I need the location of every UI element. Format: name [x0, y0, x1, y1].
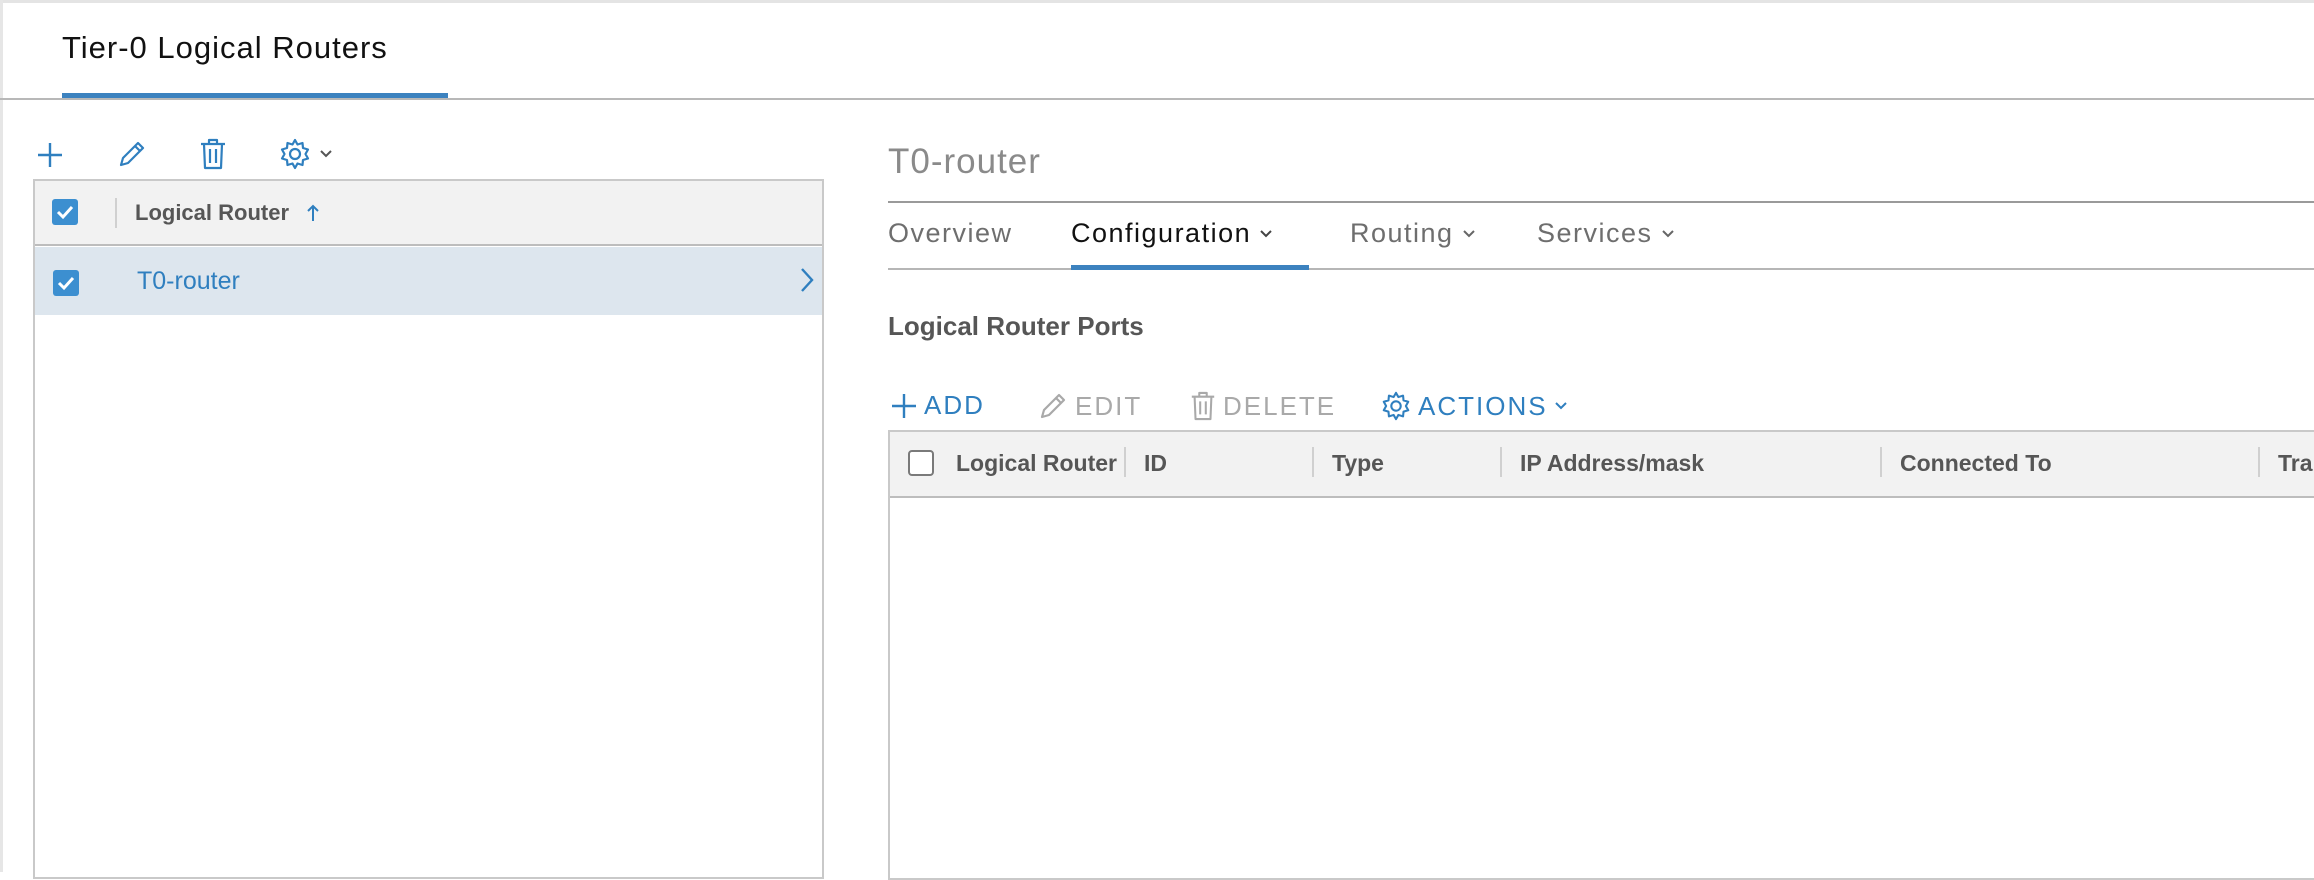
section-title: Logical Router Ports — [888, 311, 1144, 341]
plus-icon — [892, 393, 916, 418]
trash-icon — [1191, 391, 1215, 421]
column-header-transport[interactable]: Tra — [2278, 450, 2314, 477]
chevron-right-icon — [801, 268, 814, 292]
edit-label: EDIT — [1075, 390, 1143, 421]
actions-label: ACTIONS — [1418, 390, 1548, 421]
add-label: ADD — [924, 390, 985, 420]
detail-title: T0-router — [888, 142, 1041, 181]
detail-title-divider — [888, 201, 2314, 203]
chevron-down-icon — [1462, 229, 1475, 237]
edit-port-button[interactable]: EDIT — [1037, 390, 1142, 422]
chevron-down-icon — [1661, 229, 1674, 237]
chevron-down-icon — [1554, 402, 1567, 410]
column-separator — [1124, 447, 1126, 477]
column-header-connected-to[interactable]: Connected To — [1900, 450, 2052, 477]
chevron-down-icon — [320, 150, 332, 158]
column-header-logical-router[interactable]: Logical Router — [956, 450, 1124, 477]
column-header-id[interactable]: ID — [1144, 450, 1167, 477]
checkmark-icon — [56, 205, 74, 220]
tab-routing[interactable]: Routing — [1350, 218, 1476, 249]
add-port-button[interactable]: ADD — [890, 390, 985, 421]
column-separator — [2258, 447, 2260, 477]
top-border — [0, 0, 2314, 3]
column-separator — [1312, 447, 1314, 477]
delete-router-button[interactable] — [198, 137, 228, 171]
page-tab-tier0-routers[interactable]: Tier-0 Logical Routers — [62, 30, 388, 66]
tab-label: Overview — [888, 218, 1013, 248]
column-header-type[interactable]: Type — [1332, 450, 1384, 477]
column-header-ip-address[interactable]: IP Address/mask — [1520, 450, 1704, 477]
column-separator — [115, 198, 117, 228]
pencil-icon — [1040, 393, 1066, 419]
row-detail-chevron[interactable] — [799, 266, 815, 294]
checkmark-icon — [57, 276, 75, 291]
sort-ascending-icon — [307, 204, 319, 221]
tab-configuration[interactable]: Configuration — [1071, 218, 1273, 249]
plus-icon — [38, 143, 62, 167]
row-checkbox[interactable] — [53, 270, 79, 296]
trash-icon — [201, 138, 225, 170]
port-actions-menu-button[interactable]: ACTIONS — [1380, 390, 1568, 422]
delete-label: DELETE — [1223, 390, 1337, 421]
tab-label: Routing — [1350, 218, 1454, 248]
router-actions-menu-button[interactable] — [278, 137, 334, 171]
router-name-link[interactable]: T0-router — [137, 267, 240, 296]
chevron-down-icon — [1260, 229, 1272, 237]
tab-services[interactable]: Services — [1537, 218, 1675, 249]
delete-port-button[interactable]: DELETE — [1189, 390, 1336, 422]
tab-label: Configuration — [1071, 218, 1252, 248]
column-separator — [1500, 447, 1502, 477]
select-all-checkbox[interactable] — [52, 199, 78, 225]
pencil-icon — [119, 141, 145, 167]
active-tab-indicator — [1071, 265, 1309, 270]
ports-select-all-checkbox[interactable] — [908, 450, 934, 476]
gear-icon — [1382, 391, 1410, 421]
add-router-button[interactable] — [36, 141, 64, 169]
tab-overview[interactable]: Overview — [888, 218, 1013, 249]
edit-router-button[interactable] — [116, 138, 148, 170]
header-divider — [0, 98, 2314, 100]
column-header-label: Logical Router — [135, 200, 290, 225]
gear-icon — [280, 138, 310, 170]
left-border — [0, 0, 3, 872]
tab-label: Services — [1537, 218, 1653, 248]
column-header-logical-router[interactable]: Logical Router — [135, 200, 321, 226]
column-separator — [1880, 447, 1882, 477]
